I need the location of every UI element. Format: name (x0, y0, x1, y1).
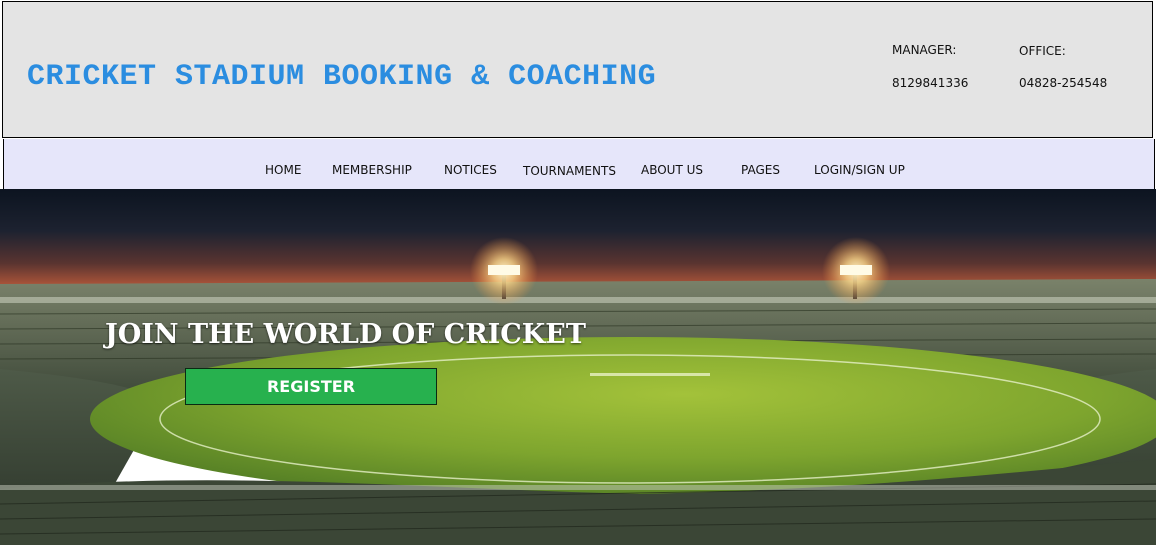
nav-item-notices[interactable]: NOTICES (444, 163, 497, 177)
nav-item-pages[interactable]: PAGES (741, 163, 780, 177)
register-button[interactable]: REGISTER (185, 368, 437, 405)
office-label: OFFICE: (1019, 44, 1066, 58)
nav-item-tournaments[interactable]: TOURNAMENTS (523, 164, 616, 178)
nav-item-membership[interactable]: MEMBERSHIP (332, 163, 412, 177)
hero-heading: JOIN THE WORLD OF CRICKET (105, 319, 586, 350)
office-phone: 04828-254548 (1019, 76, 1108, 90)
site-title: CRICKET STADIUM BOOKING & COACHING (27, 60, 657, 94)
main-nav: HOME MEMBERSHIP NOTICES TOURNAMENTS ABOU… (3, 139, 1155, 189)
site-header: CRICKET STADIUM BOOKING & COACHING MANAG… (2, 1, 1153, 138)
nav-item-about-us[interactable]: ABOUT US (641, 163, 703, 177)
page: CRICKET STADIUM BOOKING & COACHING MANAG… (0, 0, 1156, 545)
manager-phone: 8129841336 (892, 76, 969, 90)
manager-label: MANAGER: (892, 43, 957, 57)
hero-banner: JOIN THE WORLD OF CRICKET REGISTER (0, 189, 1156, 545)
nav-item-home[interactable]: HOME (265, 163, 301, 177)
stadium-image (0, 189, 1156, 545)
nav-item-login-signup[interactable]: LOGIN/SIGN UP (814, 163, 905, 177)
